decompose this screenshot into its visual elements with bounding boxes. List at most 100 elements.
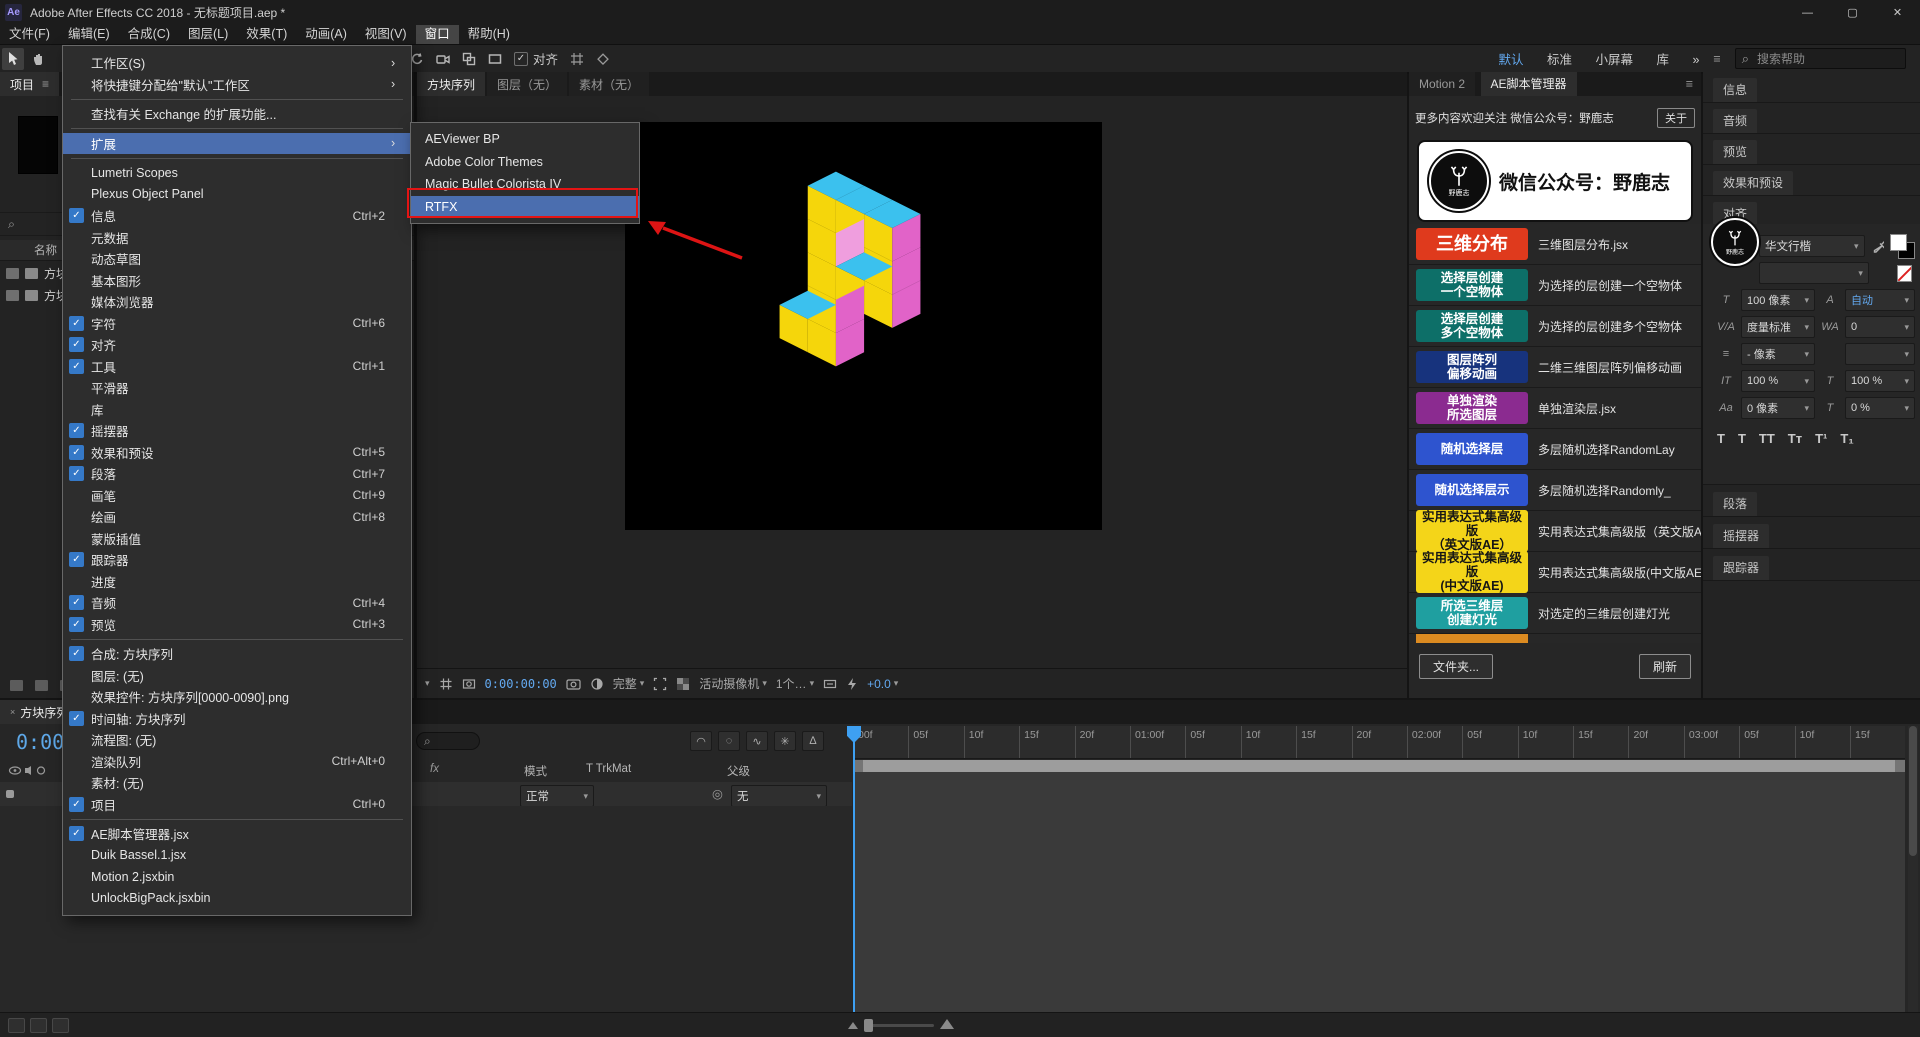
extensions-submenu-item[interactable]: Adobe Color Themes [411, 151, 639, 174]
exposure-value[interactable]: +0.0▾ [867, 677, 898, 691]
window-menu-item[interactable]: ✓ 平滑器 › [63, 377, 411, 399]
dock-panel-header[interactable]: 信息 [1703, 72, 1920, 103]
window-menu-item[interactable]: ✓ 效果控件: 方块序列[0000-0090].png › [63, 686, 411, 708]
help-search-input[interactable] [1755, 51, 1899, 67]
type-style-toggle[interactable]: TT [1759, 431, 1775, 446]
hand-tool-icon[interactable] [28, 48, 50, 70]
shy-layers-icon[interactable]: ◌ [718, 731, 740, 751]
window-menu-item[interactable]: ✓ 进度 › [63, 571, 411, 593]
graph-editor-icon[interactable]: ∆ [802, 731, 824, 751]
mask-visibility-icon[interactable] [462, 677, 476, 691]
script-run-button[interactable]: 单独渲染 所选图层 [1416, 392, 1528, 424]
window-menu-item[interactable]: ✓ › [71, 819, 403, 820]
window-menu-item[interactable]: ✓ Plexus Object Panel › [63, 184, 411, 206]
window-menu-item[interactable]: ✓ 元数据 › [63, 227, 411, 249]
minimize-button[interactable]: — [1785, 0, 1830, 25]
timeline-vertical-scrollbar[interactable] [1908, 726, 1918, 1012]
about-button[interactable]: 关于 [1657, 108, 1695, 128]
time-ruler[interactable]: 00f05f10f15f20f01:00f05f10f15f20f02:00f0… [853, 726, 1905, 759]
shape-tool-icon[interactable] [484, 48, 506, 70]
window-menu-item[interactable]: ✓ 扩展 › [63, 133, 411, 155]
window-menu-item[interactable]: ✓ Motion 2.jsxbin › [63, 866, 411, 888]
grid-guides-icon[interactable] [439, 677, 453, 691]
type-style-toggle[interactable]: T¹ [1815, 431, 1827, 446]
composition-mini-flowchart-icon[interactable]: ◠ [690, 731, 712, 751]
window-menu-item[interactable]: ✓ › [71, 158, 403, 159]
eyedropper-icon[interactable] [1873, 239, 1885, 253]
workspace-item[interactable]: 小屏幕 [1595, 53, 1633, 67]
dock-panel-header[interactable]: 效果和预设 [1703, 165, 1920, 196]
menubar-item[interactable]: 窗口 [416, 25, 459, 44]
comp-tab[interactable]: 图层（无） [487, 72, 567, 96]
parent-dropdown[interactable]: 无▾ [731, 785, 827, 807]
comp-timecode[interactable]: 0:00:00:00 [485, 677, 557, 691]
window-menu-item[interactable]: ✓ 工作区(S) › [63, 52, 411, 74]
window-menu-item[interactable]: ✓ › [71, 128, 403, 129]
script-run-button[interactable]: 随机选择层示 [1416, 474, 1528, 506]
menubar-item[interactable]: 图层(L) [179, 25, 237, 44]
timeline-zoom-handle[interactable] [864, 1019, 873, 1032]
folder-button[interactable]: 文件夹... [1419, 654, 1493, 679]
window-menu-item[interactable]: ✓ 素材: (无) › [63, 772, 411, 794]
script-run-button[interactable]: 实用表达式集高级版 (中文版AE) [1416, 551, 1528, 593]
interpret-footage-icon[interactable] [10, 680, 23, 691]
expand-inout-controls-icon[interactable] [52, 1018, 69, 1033]
setting-value-dropdown[interactable]: 100 %▾ [1845, 370, 1915, 392]
type-style-toggle[interactable]: T₁ [1840, 431, 1853, 446]
fast-previews-icon[interactable] [846, 677, 858, 691]
workspace-item[interactable]: 默认 [1498, 53, 1523, 67]
close-button[interactable]: ✕ [1875, 0, 1920, 25]
track-area[interactable] [853, 772, 1905, 1012]
panel-menu-icon[interactable]: ≡ [1686, 77, 1693, 91]
transparency-grid-icon[interactable] [676, 677, 690, 691]
type-style-toggle[interactable]: Tᴛ [1788, 431, 1802, 446]
window-menu-item[interactable]: ✓ 画笔 Ctrl+9 › [63, 485, 411, 507]
window-menu-item[interactable]: ✓ 段落 Ctrl+7 › [63, 463, 411, 485]
window-menu-item[interactable]: ✓ Duik Bassel.1.jsx › [63, 845, 411, 867]
window-menu-item[interactable]: ✓ 跟踪器 › [63, 549, 411, 571]
dock-panel-header[interactable]: 音频 [1703, 103, 1920, 134]
panel-menu-icon[interactable]: ≡ [42, 77, 49, 91]
dock-panel-header[interactable]: 预览 [1703, 134, 1920, 165]
workspace-item[interactable]: 标准 [1547, 53, 1572, 67]
timeline-zoom-slider[interactable] [868, 1024, 934, 1027]
expand-transfer-controls-icon[interactable] [30, 1018, 47, 1033]
dock-panel-header[interactable]: 摇摆器 [1703, 517, 1920, 549]
window-menu-item[interactable]: ✓ 字符 Ctrl+6 › [63, 313, 411, 335]
window-menu-item[interactable]: ✓ 将快捷键分配给"默认"工作区 › [63, 74, 411, 96]
script-panel-tab[interactable]: AE脚本管理器 [1481, 72, 1577, 96]
window-menu-item[interactable]: ✓ 对齐 › [63, 334, 411, 356]
workspace-menu-icon[interactable]: ≡ [1713, 52, 1720, 66]
workspace-item[interactable]: 库 [1656, 53, 1669, 67]
menubar-item[interactable]: 合成(C) [119, 25, 179, 44]
script-panel-tab[interactable]: Motion 2 [1409, 72, 1475, 96]
script-run-button[interactable]: 选择层创建 多个空物体 [1416, 310, 1528, 342]
composition-viewer[interactable] [625, 122, 1102, 530]
snap-toggle[interactable]: ✓ 对齐 [514, 49, 558, 68]
window-menu-item[interactable]: ✓ 工具 Ctrl+1 › [63, 356, 411, 378]
tab-project[interactable]: 项目 ≡ [0, 72, 59, 96]
window-menu-item[interactable]: ✓ AE脚本管理器.jsx › [63, 823, 411, 845]
view-layout-dropdown[interactable]: 1个…▾ [776, 675, 814, 692]
selection-tool-icon[interactable] [2, 48, 24, 70]
script-run-button[interactable]: 图层阵列 偏移动画 [1416, 351, 1528, 383]
region-of-interest-icon[interactable] [653, 677, 667, 691]
refresh-button[interactable]: 刷新 [1639, 654, 1691, 679]
frame-blending-icon[interactable]: ∿ [746, 731, 768, 751]
script-run-button[interactable]: 选择层创建 一个空物体 [1416, 269, 1528, 301]
window-menu-item[interactable]: ✓ 媒体浏览器 › [63, 291, 411, 313]
menubar-item[interactable]: 视图(V) [356, 25, 416, 44]
window-menu-item[interactable]: ✓ 基本图形 › [63, 270, 411, 292]
script-run-button[interactable]: 随机选择层 [1416, 433, 1528, 465]
setting-value-dropdown[interactable]: 0 %▾ [1845, 397, 1915, 419]
setting-value-dropdown[interactable]: - 像素▾ [1741, 343, 1815, 365]
maximize-button[interactable]: ▢ [1830, 0, 1875, 25]
expand-layer-switches-icon[interactable] [8, 1018, 25, 1033]
script-run-button[interactable] [1416, 634, 1528, 643]
bit-depth-icon[interactable] [35, 680, 48, 691]
blend-mode-dropdown[interactable]: 正常▾ [520, 785, 594, 807]
menubar-item[interactable]: 帮助(H) [459, 25, 519, 44]
menubar-item[interactable]: 效果(T) [237, 25, 296, 44]
window-menu-item[interactable]: ✓ › [71, 99, 403, 100]
snapshot-icon[interactable] [566, 677, 581, 690]
